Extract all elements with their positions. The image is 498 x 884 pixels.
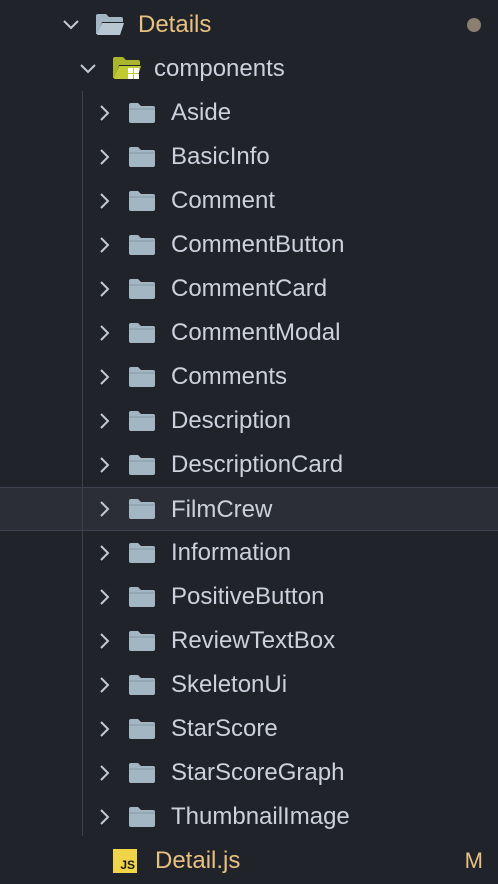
tree-item-label: Detail.js (155, 847, 241, 874)
folder-icon (128, 497, 156, 521)
folder-icon (128, 761, 156, 785)
tree-item-folder[interactable]: StarScore (0, 707, 498, 751)
tree-item-folder[interactable]: BasicInfo (0, 135, 498, 179)
folder-icon (128, 541, 156, 565)
chevron-right-icon[interactable] (94, 806, 116, 828)
git-status-badge: M (464, 848, 483, 873)
tree-item-label: components (154, 55, 285, 82)
chevron-right-icon[interactable] (94, 586, 116, 608)
folder-icon (128, 629, 156, 653)
js-badge: JS (113, 849, 137, 873)
tree-item-label: Comment (171, 187, 276, 214)
folder-icon (128, 365, 156, 389)
folder-icon (128, 189, 156, 213)
modified-indicator-dot (467, 18, 481, 32)
tree-item-label: ReviewTextBox (171, 627, 336, 654)
tree-item-label: Description (171, 407, 292, 434)
folder-components-open-icon (112, 56, 142, 82)
folder-icon (128, 277, 156, 301)
folder-icon (128, 585, 156, 609)
tree-item-details-folder[interactable]: Details (0, 3, 498, 47)
chevron-right-icon[interactable] (94, 278, 116, 300)
folder-icon (128, 145, 156, 169)
tree-item-label: Details (138, 11, 212, 38)
chevron-down-icon[interactable] (60, 14, 82, 36)
tree-item-folder[interactable]: Comment (0, 179, 498, 223)
chevron-right-icon[interactable] (94, 366, 116, 388)
folder-icon (128, 717, 156, 741)
chevron-right-icon[interactable] (94, 410, 116, 432)
folder-icon (128, 409, 156, 433)
chevron-right-icon[interactable] (94, 190, 116, 212)
chevron-down-icon[interactable] (77, 58, 99, 80)
tree-item-label: SkeletonUi (171, 671, 288, 698)
tree-item-components-folder[interactable]: components (0, 47, 498, 91)
chevron-right-icon[interactable] (94, 630, 116, 652)
tree-item-folder[interactable]: SkeletonUi (0, 663, 498, 707)
tree-item-detail-js-file[interactable]: JS Detail.js M (0, 839, 498, 883)
tree-item-label: StarScore (171, 715, 278, 742)
tree-item-folder[interactable]: CommentCard (0, 267, 498, 311)
tree-item-label: CommentModal (171, 319, 341, 346)
tree-item-label: DescriptionCard (171, 451, 344, 478)
tree-item-label: BasicInfo (171, 143, 270, 170)
tree-item-label: PositiveButton (171, 583, 325, 610)
tree-item-label: CommentCard (171, 275, 328, 302)
chevron-right-icon[interactable] (94, 498, 116, 520)
file-explorer-tree: Details components Aside BasicInfo Comment… (0, 3, 498, 883)
folder-icon (128, 673, 156, 697)
tree-item-folder[interactable]: StarScoreGraph (0, 751, 498, 795)
chevron-right-icon[interactable] (94, 234, 116, 256)
folder-icon (128, 101, 156, 125)
chevron-right-icon[interactable] (94, 102, 116, 124)
tree-item-folder[interactable]: Description (0, 399, 498, 443)
tree-item-folder[interactable]: DescriptionCard (0, 443, 498, 487)
chevron-right-icon[interactable] (94, 762, 116, 784)
tree-item-folder[interactable]: CommentModal (0, 311, 498, 355)
javascript-file-icon: JS (113, 849, 137, 873)
tree-item-folder[interactable]: PositiveButton (0, 575, 498, 619)
tree-item-label: StarScoreGraph (171, 759, 345, 786)
tree-item-folder[interactable]: ReviewTextBox (0, 619, 498, 663)
tree-item-label: Information (171, 539, 292, 566)
tree-item-folder[interactable]: CommentButton (0, 223, 498, 267)
folder-icon (128, 453, 156, 477)
tree-item-label: Aside (171, 99, 232, 126)
tree-item-label: Comments (171, 363, 288, 390)
tree-item-folder[interactable]: Comments (0, 355, 498, 399)
tree-item-folder[interactable]: Information (0, 531, 498, 575)
indent-guide-line (82, 91, 83, 836)
chevron-right-icon[interactable] (94, 454, 116, 476)
tree-item-label: CommentButton (171, 231, 345, 258)
chevron-right-icon[interactable] (94, 322, 116, 344)
tree-item-folder[interactable]: FilmCrew (0, 487, 498, 531)
chevron-right-icon[interactable] (94, 542, 116, 564)
chevron-right-icon[interactable] (94, 146, 116, 168)
tree-item-label: FilmCrew (171, 496, 273, 523)
tree-item-folder[interactable]: Aside (0, 91, 498, 135)
tree-item-folder[interactable]: ThumbnailImage (0, 795, 498, 839)
folder-icon (128, 321, 156, 345)
folder-icon (128, 233, 156, 257)
folder-open-icon (95, 13, 125, 37)
chevron-right-icon[interactable] (94, 718, 116, 740)
chevron-right-icon[interactable] (94, 674, 116, 696)
folder-icon (128, 805, 156, 829)
tree-item-label: ThumbnailImage (171, 803, 350, 830)
